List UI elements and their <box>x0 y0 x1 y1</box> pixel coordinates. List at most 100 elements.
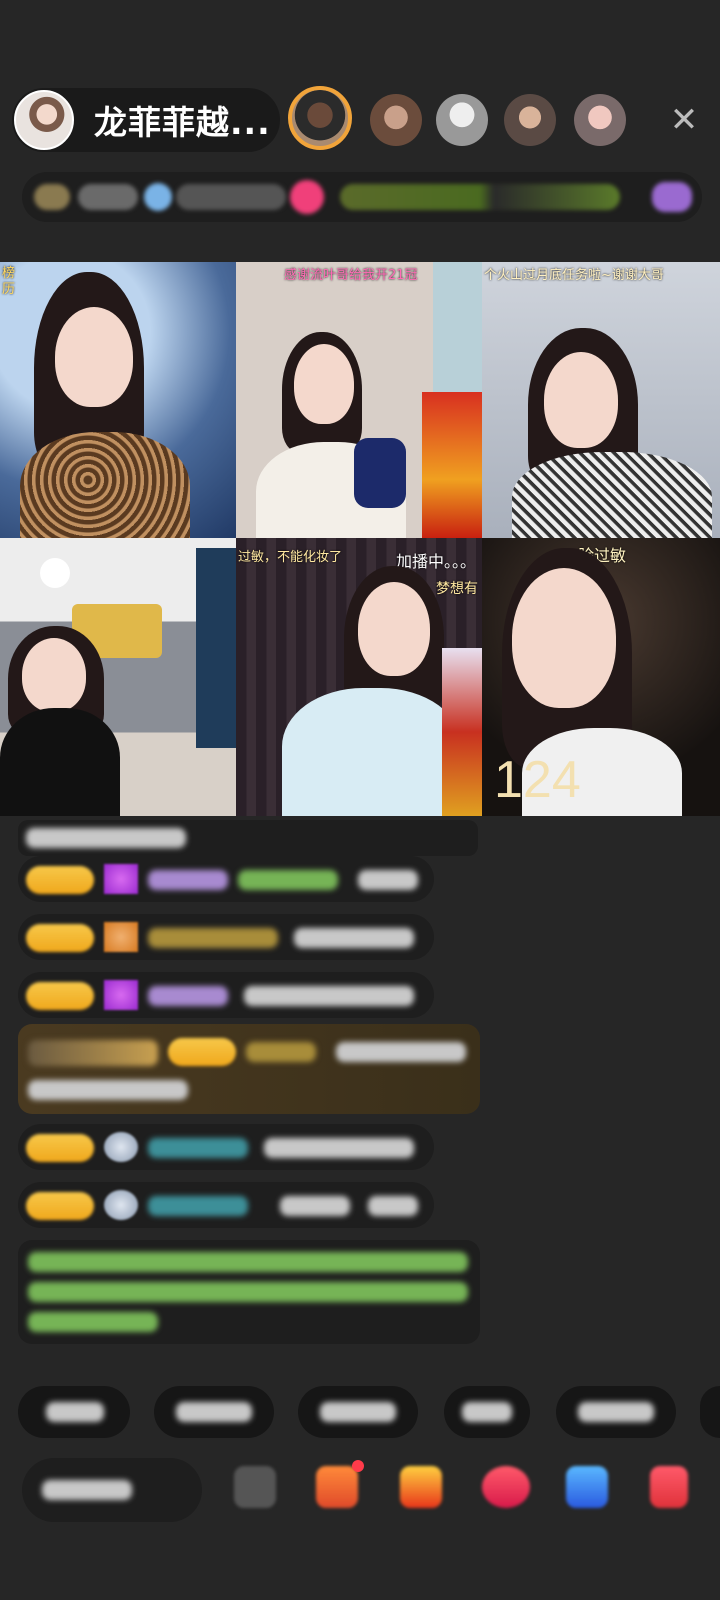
username[interactable] <box>148 986 228 1006</box>
host-info-pill[interactable]: 龙菲菲越... <box>12 88 280 152</box>
fan-level-badge <box>168 1038 236 1066</box>
tile-label: 个火山过月底任务啦~谢谢大哥 <box>484 268 664 283</box>
announcement-text <box>28 1282 468 1302</box>
comment-item[interactable] <box>18 972 434 1018</box>
medal-icon <box>104 922 138 952</box>
top-bar: 龙菲菲越... ✕ <box>0 80 720 160</box>
username[interactable] <box>148 870 228 890</box>
gift-icon[interactable] <box>650 1466 688 1508</box>
message-text <box>28 1080 188 1100</box>
system-message <box>18 820 478 856</box>
more-icon[interactable] <box>234 1466 276 1508</box>
fans-text <box>176 184 286 210</box>
quick-chip-2[interactable] <box>154 1386 274 1438</box>
shop-icon[interactable] <box>316 1466 358 1508</box>
streamer-face <box>22 638 86 712</box>
quick-chip-3[interactable] <box>298 1386 418 1438</box>
fan-level-badge <box>26 1192 94 1220</box>
comment-item[interactable] <box>18 914 434 960</box>
notification-dot <box>352 1460 364 1472</box>
fan-level-badge <box>26 866 94 894</box>
pk-score: 124 <box>494 751 581 809</box>
viewer-avatar-5[interactable] <box>574 94 626 146</box>
tile-label: 历 <box>2 282 16 297</box>
chip-text <box>462 1402 512 1422</box>
streamer-body <box>0 708 120 816</box>
badge-icon <box>104 1190 138 1220</box>
video-tile-3[interactable]: 个火山过月底任务啦~谢谢大哥 <box>482 262 720 538</box>
mention-text <box>238 870 338 890</box>
comment-item[interactable] <box>18 856 434 902</box>
room-info-strip[interactable] <box>22 172 702 222</box>
fans-icon[interactable] <box>144 183 172 211</box>
diamond-icon <box>104 980 138 1010</box>
viewer-avatar-1[interactable] <box>288 86 352 150</box>
decoration-poster <box>422 392 482 538</box>
announcement <box>18 1240 480 1344</box>
activity-tag[interactable] <box>340 184 620 210</box>
viewer-avatar-3[interactable] <box>436 94 488 146</box>
comment-input[interactable] <box>22 1458 202 1522</box>
quick-chip-1[interactable] <box>18 1386 130 1438</box>
message-text <box>368 1196 418 1216</box>
message-text <box>336 1042 466 1062</box>
tile-label: 过敏，不能化妆了 <box>238 550 343 565</box>
streamer-face <box>358 582 430 676</box>
streamer-face <box>512 568 616 708</box>
viewer-avatar-4[interactable] <box>504 94 556 146</box>
video-tile-1[interactable]: 榜 历 <box>0 262 236 538</box>
streamer-body <box>512 452 712 538</box>
username[interactable] <box>148 928 278 948</box>
quick-chip-4[interactable] <box>444 1386 530 1438</box>
message-text <box>358 870 418 890</box>
fan-level-badge <box>26 1134 94 1162</box>
message-text <box>264 1138 414 1158</box>
gift-box-icon[interactable] <box>400 1466 442 1508</box>
chat-icon[interactable] <box>566 1466 608 1508</box>
video-tile-2[interactable]: 感谢流叶哥给我开21冠 <box>236 262 482 538</box>
fan-level-badge <box>26 982 94 1010</box>
quick-chip-6[interactable] <box>700 1386 720 1438</box>
message-text <box>294 928 414 948</box>
curtain <box>196 548 236 748</box>
decoration-poster <box>442 648 482 816</box>
wall-lamp <box>40 558 70 588</box>
streamer-face <box>55 307 133 407</box>
vip-comment-item[interactable] <box>18 1024 480 1114</box>
video-tile-5[interactable]: 过敏，不能化妆了 加播中。。。 梦想有 <box>236 538 482 816</box>
chip-text <box>176 1402 252 1422</box>
host-name[interactable]: 龙菲菲越... <box>94 96 271 144</box>
username[interactable] <box>148 1138 248 1158</box>
co-host-video-grid: 榜 历 感谢流叶哥给我开21冠 个火山过月底任务啦~谢谢大哥 过敏，不能化妆了 … <box>0 262 720 816</box>
vip-badge <box>28 1040 158 1066</box>
close-icon[interactable]: ✕ <box>664 100 704 140</box>
bottom-action-bar <box>0 1450 720 1530</box>
mention-text <box>280 1196 350 1216</box>
streamer-body <box>20 432 190 538</box>
comment-item[interactable] <box>18 1182 434 1228</box>
announcement-text <box>28 1252 468 1272</box>
video-tile-6[interactable]: 脸过敏 124 <box>482 538 720 816</box>
comment-item[interactable] <box>18 1124 434 1170</box>
host-avatar[interactable] <box>14 90 74 150</box>
rank-text <box>78 184 138 210</box>
streamer-body <box>282 688 462 816</box>
quick-chip-5[interactable] <box>556 1386 676 1438</box>
microphone <box>354 438 406 508</box>
chip-text <box>320 1402 396 1422</box>
rank-icon[interactable] <box>34 184 70 210</box>
fan-level-badge <box>26 924 94 952</box>
fans-club-icon[interactable] <box>482 1466 530 1508</box>
tile-label: 梦想有 <box>436 581 478 597</box>
chip-text <box>578 1402 654 1422</box>
announcement-text <box>28 1312 158 1332</box>
chip-text <box>46 1402 104 1422</box>
viewer-avatar-2[interactable] <box>370 94 422 146</box>
gift-icon[interactable] <box>652 182 692 212</box>
username[interactable] <box>246 1042 316 1062</box>
video-tile-4[interactable] <box>0 538 236 816</box>
streamer-face <box>294 344 354 424</box>
streamer-face <box>544 352 618 448</box>
follow-button[interactable] <box>290 180 324 214</box>
username[interactable] <box>148 1196 248 1216</box>
